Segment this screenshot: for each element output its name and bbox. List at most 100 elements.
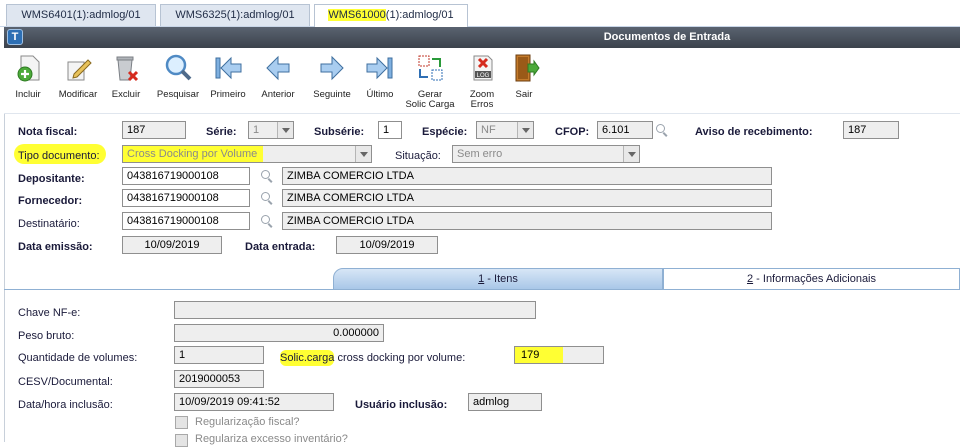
ultimo-button[interactable]: Último bbox=[356, 50, 404, 112]
fornecedor-label: Fornecedor: bbox=[18, 195, 83, 207]
cesv-label: CESV/Documental: bbox=[18, 376, 113, 388]
destinatario-label: Destinatário: bbox=[18, 218, 80, 230]
peso-bruto-label: Peso bruto: bbox=[18, 330, 75, 342]
tab-info-label: - Informações Adicionais bbox=[753, 273, 876, 285]
solic-carga-value: 179 bbox=[521, 349, 540, 361]
sair-button[interactable]: Sair bbox=[500, 50, 548, 112]
excluir-label: Excluir bbox=[111, 89, 141, 100]
depositante-label: Depositante: bbox=[18, 173, 85, 185]
data-emissao-label: Data emissão: bbox=[18, 241, 93, 253]
data-emissao-field[interactable]: 10/09/2019 bbox=[122, 236, 222, 254]
chave-nfe-label: Chave NF-e: bbox=[18, 307, 81, 319]
depositante-cnpj-field[interactable]: 043816719000108 bbox=[122, 167, 250, 185]
tipo-documento-label: Tipo documento: bbox=[18, 150, 100, 162]
error-log-icon: LOG bbox=[473, 55, 493, 81]
depositante-nome-field: ZIMBA COMERCIO LTDA bbox=[282, 167, 772, 185]
add-document-icon bbox=[17, 55, 40, 82]
pesquisar-button[interactable]: Pesquisar bbox=[154, 50, 202, 112]
gerar-solic-carga-button[interactable]: Gerar Solic Carga bbox=[405, 50, 455, 112]
regularizacao-fiscal-label: Regularização fiscal? bbox=[195, 416, 300, 428]
quantidade-volumes-label: Quantidade de volumes: bbox=[18, 352, 138, 364]
zoom-erros-button[interactable]: LOG Zoom Erros bbox=[458, 50, 506, 112]
primeiro-button[interactable]: Primeiro bbox=[204, 50, 252, 112]
situacao-label: Situação: bbox=[395, 150, 441, 162]
solic-carga-label-rest: cross docking por volume: bbox=[334, 352, 466, 364]
destinatario-lookup-search-icon[interactable] bbox=[261, 215, 273, 227]
depositante-lookup-search-icon[interactable] bbox=[261, 170, 273, 182]
window-tab-wms6325[interactable]: WMS6325(1):admlog/01 bbox=[160, 4, 310, 26]
nota-fiscal-label: Nota fiscal: bbox=[18, 126, 78, 138]
window-title: Documentos de Entrada bbox=[603, 31, 731, 43]
especie-label: Espécie: bbox=[422, 126, 468, 138]
window-tab-label: WMS6401(1):admlog/01 bbox=[21, 9, 141, 21]
gerar-label-line2: Solic Carga bbox=[405, 99, 455, 110]
fornecedor-cnpj-field[interactable]: 043816719000108 bbox=[122, 189, 250, 207]
search-icon bbox=[165, 54, 192, 81]
chevron-down-icon bbox=[623, 146, 639, 162]
especie-value: NF bbox=[481, 124, 496, 136]
window-titlebar: T Documentos de Entrada bbox=[4, 27, 960, 48]
sair-label: Sair bbox=[515, 89, 533, 100]
excluir-button[interactable]: Excluir bbox=[102, 50, 150, 112]
usuario-inclusao-label: Usuário inclusão: bbox=[355, 399, 448, 411]
regulariza-excesso-checkbox[interactable] bbox=[175, 434, 188, 447]
cesv-field[interactable]: 2019000053 bbox=[174, 370, 264, 388]
cfop-field[interactable]: 6.101 bbox=[597, 121, 653, 139]
window-tab-wms61000[interactable]: WMS61000(1):admlog/01 bbox=[314, 4, 468, 27]
destinatario-nome-field: ZIMBA COMERCIO LTDA bbox=[282, 212, 772, 230]
quantidade-volumes-field[interactable]: 1 bbox=[174, 346, 264, 364]
fornecedor-lookup-search-icon[interactable] bbox=[261, 192, 273, 204]
anterior-button[interactable]: Anterior bbox=[254, 50, 302, 112]
aviso-recebimento-label: Aviso de recebimento: bbox=[695, 126, 813, 138]
cfop-label: CFOP: bbox=[555, 126, 590, 138]
solic-carga-field[interactable]: 179 bbox=[514, 346, 604, 364]
solic-carga-label-highlight: Solic.carga bbox=[280, 350, 335, 366]
trash-icon bbox=[116, 56, 139, 82]
tab-informacoes-adicionais[interactable]: 2 - Informações Adicionais bbox=[663, 268, 960, 290]
generate-load-icon bbox=[418, 55, 443, 81]
situacao-value: Sem erro bbox=[457, 148, 503, 160]
solic-carga-label: Solic.carga cross docking por volume: bbox=[280, 350, 466, 366]
edit-document-icon bbox=[67, 59, 92, 81]
tab-itens[interactable]: 1 - Itens bbox=[333, 268, 663, 290]
window-tab-strip: WMS6401(1):admlog/01 WMS6325(1):admlog/0… bbox=[0, 0, 960, 27]
especie-select[interactable]: NF bbox=[476, 121, 534, 139]
last-record-icon bbox=[366, 56, 393, 80]
serie-label: Série: bbox=[206, 126, 237, 138]
cfop-lookup-search-icon[interactable] bbox=[656, 124, 668, 136]
tab-itens-label: - Itens bbox=[484, 273, 518, 285]
zoom-label-line2: Erros bbox=[470, 99, 494, 110]
regularizacao-fiscal-checkbox[interactable] bbox=[175, 416, 188, 429]
window-tab-wms6401[interactable]: WMS6401(1):admlog/01 bbox=[6, 4, 156, 26]
seguinte-button[interactable]: Seguinte bbox=[308, 50, 356, 112]
subserie-field[interactable]: 1 bbox=[378, 121, 402, 139]
subserie-label: Subsérie: bbox=[314, 126, 365, 138]
fornecedor-nome-field: ZIMBA COMERCIO LTDA bbox=[282, 189, 772, 207]
chevron-down-icon bbox=[277, 122, 293, 138]
chevron-down-icon bbox=[517, 122, 533, 138]
window-tab-label: WMS6325(1):admlog/01 bbox=[175, 9, 295, 21]
first-record-icon bbox=[215, 56, 242, 80]
data-hora-inclusao-field[interactable]: 10/09/2019 09:41:52 bbox=[174, 393, 334, 411]
data-entrada-field[interactable]: 10/09/2019 bbox=[336, 236, 438, 254]
usuario-inclusao-field[interactable]: admlog bbox=[468, 393, 542, 411]
gerar-label: Gerar Solic Carga bbox=[400, 90, 460, 110]
serie-select[interactable]: 1 bbox=[248, 121, 294, 139]
destinatario-cnpj-field[interactable]: 043816719000108 bbox=[122, 212, 250, 230]
tipo-documento-value: Cross Docking por Volume bbox=[127, 148, 258, 160]
modificar-button[interactable]: Modificar bbox=[54, 50, 102, 112]
situacao-select[interactable]: Sem erro bbox=[452, 145, 640, 163]
toolbar: Incluir Modificar Excluir Pesquisar Prim… bbox=[4, 48, 960, 114]
window-tab-label-highlight: WMS61000 bbox=[328, 9, 386, 21]
previous-record-icon bbox=[266, 55, 290, 81]
aviso-recebimento-field[interactable]: 187 bbox=[843, 121, 899, 139]
incluir-button[interactable]: Incluir bbox=[4, 50, 52, 112]
data-entrada-label: Data entrada: bbox=[245, 241, 316, 253]
log-badge: LOG bbox=[477, 73, 490, 79]
tipo-documento-select[interactable]: Cross Docking por Volume bbox=[122, 145, 372, 163]
chave-nfe-field[interactable] bbox=[174, 301, 536, 319]
peso-bruto-field[interactable]: 0.000000 bbox=[174, 324, 384, 342]
nota-fiscal-field[interactable]: 187 bbox=[122, 121, 186, 139]
tab-panel-border bbox=[4, 289, 960, 290]
data-hora-inclusao-label: Data/hora inclusão: bbox=[18, 399, 113, 411]
